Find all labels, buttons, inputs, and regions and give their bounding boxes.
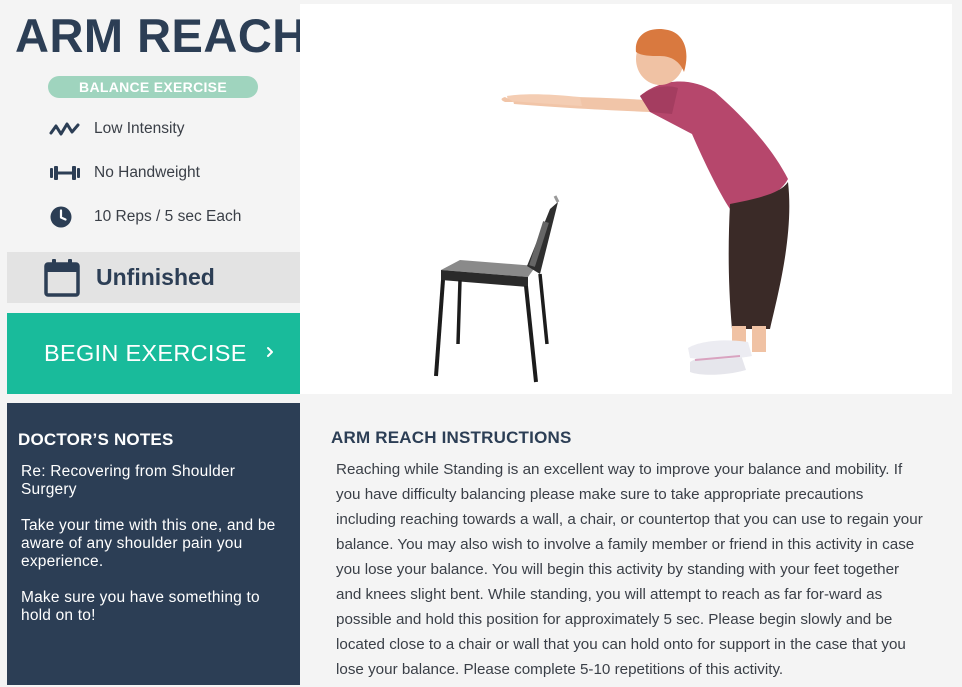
- doctor-notes-panel: DOCTOR’S NOTES Re: Recovering from Shoul…: [7, 403, 300, 685]
- begin-exercise-button[interactable]: BEGIN EXERCISE: [7, 313, 300, 394]
- intensity-label: Low Intensity: [94, 120, 185, 137]
- category-badge: BALANCE EXERCISE: [48, 76, 258, 98]
- calendar-icon: [44, 258, 80, 297]
- chevron-right-icon: [262, 343, 278, 361]
- chair-figure: [434, 195, 560, 383]
- exercise-illustration: [300, 4, 952, 394]
- exercise-title: ARM REACH: [15, 9, 307, 62]
- instructions-body: Reaching while Standing is an excellent …: [336, 461, 923, 678]
- doctor-note: Take your time with this one, and be awa…: [21, 517, 276, 570]
- dumbbell-icon: [49, 161, 83, 185]
- status-bar: Unfinished: [7, 252, 300, 303]
- doctor-note: Re: Recovering from Shoulder Surgery: [21, 463, 236, 498]
- clock-icon: [49, 205, 83, 229]
- reps-label: 10 Reps / 5 sec Each: [94, 208, 242, 225]
- doctor-notes-title: DOCTOR’S NOTES: [18, 430, 174, 449]
- reps-row: 10 Reps / 5 sec Each: [49, 205, 241, 229]
- equipment-label: No Handweight: [94, 164, 200, 181]
- equipment-row: No Handweight: [49, 161, 200, 185]
- intensity-row: Low Intensity: [49, 117, 184, 141]
- exercise-info-panel: ARM REACH BALANCE EXERCISE Low Intensity…: [7, 0, 306, 250]
- begin-exercise-label: BEGIN EXERCISE: [44, 340, 247, 366]
- wave-icon: [49, 117, 83, 141]
- doctor-note: Make sure you have something to hold on …: [21, 589, 260, 624]
- status-label: Unfinished: [96, 264, 215, 290]
- instructions-title: ARM REACH INSTRUCTIONS: [331, 428, 572, 447]
